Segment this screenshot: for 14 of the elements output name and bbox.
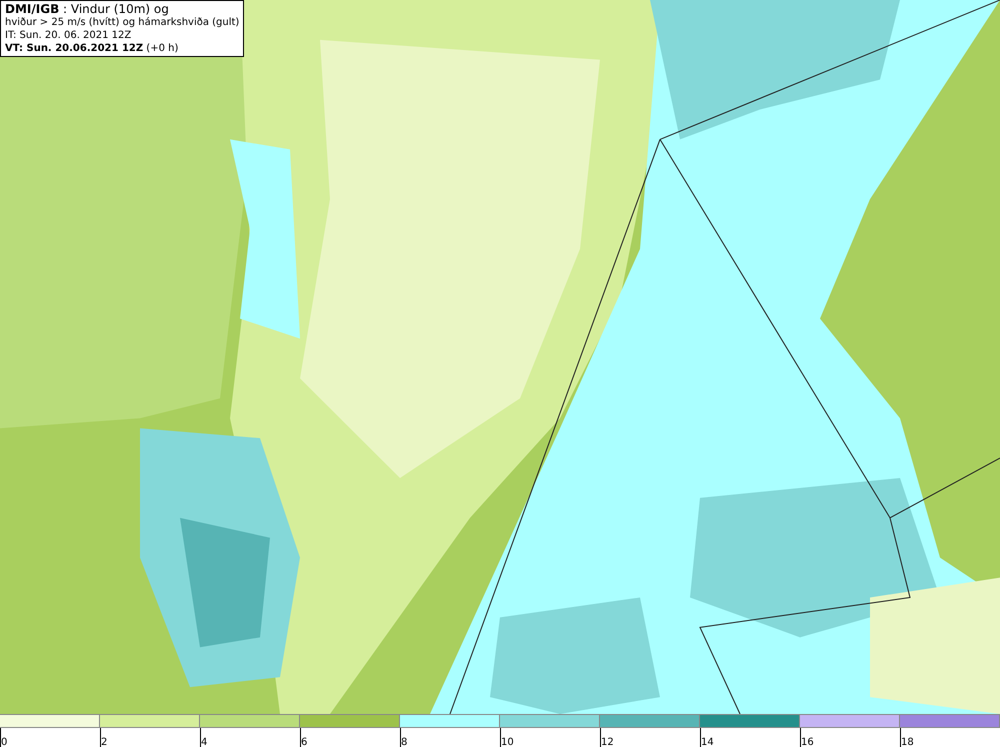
scale-tick-label: 2: [101, 737, 108, 747]
scale-tick-label: 6: [301, 737, 308, 747]
scale-tick-label: 14: [701, 737, 714, 747]
title-line: IT: Sun. 20. 06. 2021 12Z: [5, 29, 132, 42]
scale-tick-label: 10: [501, 737, 514, 747]
scale-tick-label: 12: [601, 737, 614, 747]
scale-tick-label: 8: [401, 737, 408, 747]
title-line: VT: Sun. 20.06.2021 12Z (+0 h): [5, 42, 180, 55]
scale-tick-label: 18: [901, 737, 914, 747]
title-line: DMI/IGB : Vindur (10m) og: [5, 2, 170, 16]
scale-tick-label: 16: [801, 737, 814, 747]
scale-tick-label: 0: [1, 737, 8, 747]
title-line: hviður > 25 m/s (hvítt) og hámarkshviða (gult): [5, 16, 240, 29]
scale-tick-label: 4: [201, 737, 208, 747]
